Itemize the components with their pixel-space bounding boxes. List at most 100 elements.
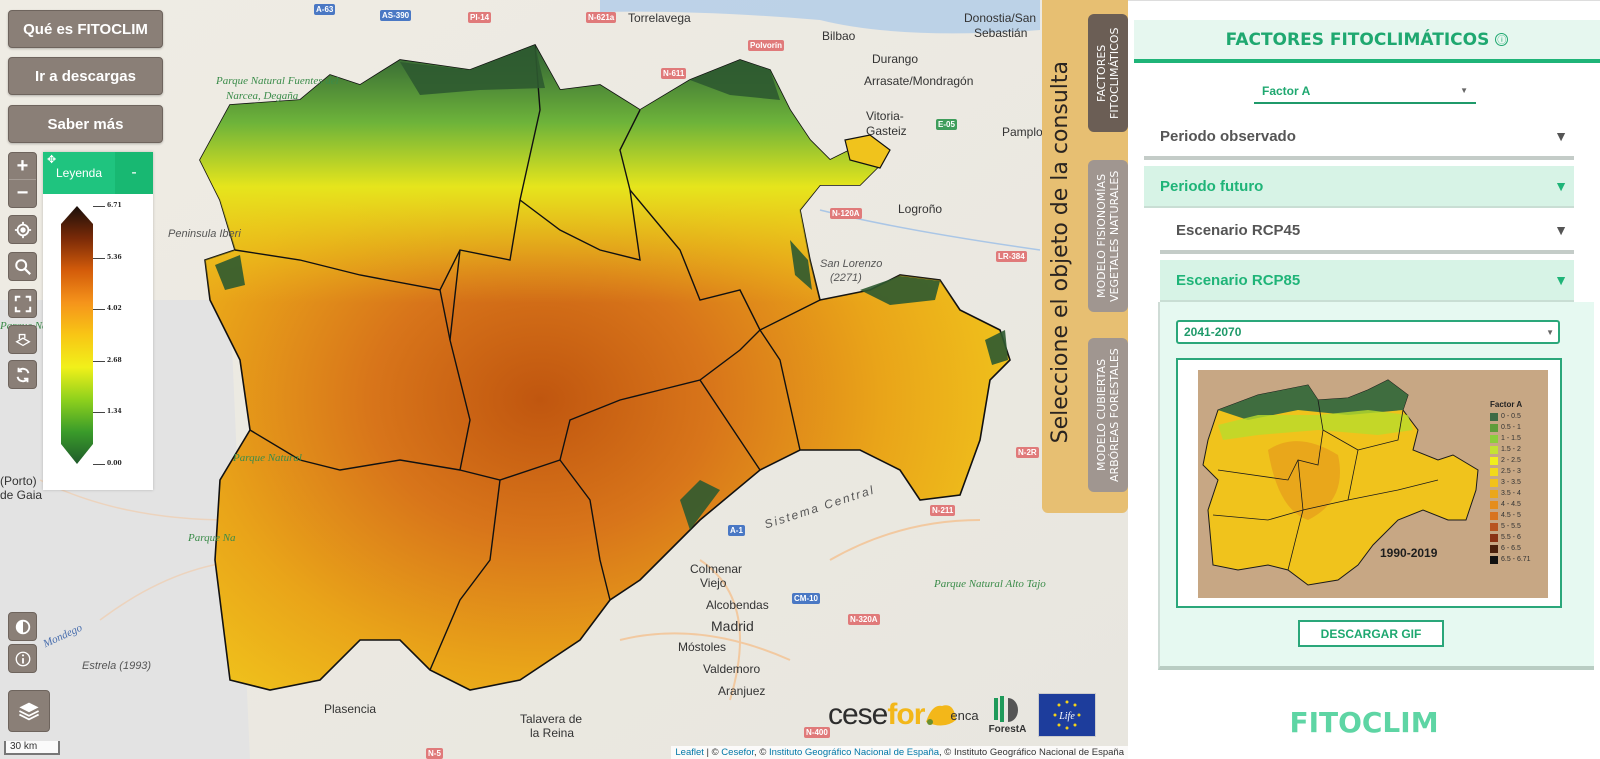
gif-preview-frame: Factor A 0 - 0.5 0.5 - 11 - 1.5 1.5 - 22 -…: [1176, 358, 1562, 608]
fullscreen-icon: [14, 295, 31, 312]
gif-legend-item: 5 - 5.5: [1490, 521, 1531, 532]
refresh-button[interactable]: [8, 360, 37, 389]
factor-select[interactable]: Factor A ▼: [1254, 80, 1476, 104]
tab-factores-fitoclimaticos[interactable]: FACTORES FITOCLIMÁTICOS: [1088, 14, 1128, 132]
legend-item-label: 6.5 - 6.71: [1501, 556, 1531, 563]
tab-modelo-fisionomias[interactable]: MODELO FISIONOMÍAS VEGETALES NATURALES: [1088, 160, 1128, 312]
region-label: Peninsula Iberi: [168, 228, 241, 240]
legend-tick-label: 2.68: [107, 356, 122, 364]
que-es-fitoclim-button[interactable]: Qué es FITOCLIM: [8, 10, 163, 48]
upload-layer-button[interactable]: [8, 325, 37, 354]
place-label: Bilbao: [822, 29, 856, 43]
ir-a-descargas-button[interactable]: Ir a descargas: [8, 57, 163, 95]
legend-swatch: [1490, 423, 1498, 432]
saber-mas-button[interactable]: Saber más: [8, 105, 163, 143]
place-label: Talavera de: [520, 712, 583, 726]
triangle-down-icon: ▼: [1554, 178, 1568, 194]
road-badge: Polvorín: [748, 40, 785, 51]
forest-logo[interactable]: ForestA: [989, 695, 1026, 735]
place-label: Alcobendas: [706, 598, 769, 612]
road-badge: AS-390: [380, 10, 412, 21]
rcp85-content: 2041-2070 ▼ Factor A 0 - 0.5 0.5 - 1 1 -…: [1158, 302, 1594, 670]
peak-label: (2271): [830, 272, 862, 284]
legend-item-label: 1 - 1.5: [1501, 435, 1521, 442]
info-icon[interactable]: ⓘ: [1495, 33, 1509, 46]
map-view[interactable]: Torrelavega Bilbao Donostia/San Sebastiá…: [0, 0, 1128, 759]
factor-select-value: Factor A: [1262, 84, 1311, 98]
park-label: Parque Natural Fuentes del: [216, 75, 339, 87]
info-button[interactable]: [8, 644, 37, 673]
legend-header[interactable]: ✥ Leyenda: [43, 152, 115, 194]
legend-item-label: 3 - 3.5: [1501, 479, 1521, 486]
legend-minimize-button[interactable]: -: [115, 152, 153, 194]
animated-map-gif: Factor A 0 - 0.5 0.5 - 11 - 1.5 1.5 - 22 -…: [1198, 370, 1548, 598]
panel-header: FACTORES FITOCLIMÁTICOS ⓘ: [1134, 20, 1600, 63]
legend-item-label: 2 - 2.5: [1501, 457, 1521, 464]
legend-swatch: [1490, 511, 1498, 520]
legend-swatch: [1490, 489, 1498, 498]
zoom-out-button[interactable]: −: [9, 180, 36, 207]
query-object-strip: Seleccione el objeto de la consulta FACT…: [1042, 0, 1128, 513]
contrast-button[interactable]: [8, 612, 37, 641]
place-label: Gasteiz: [866, 124, 907, 138]
gif-legend-item: 3 - 3.5: [1490, 477, 1531, 488]
road-badge: N-400: [804, 727, 830, 738]
legend-tick-label: 0.00: [107, 460, 122, 467]
triangle-down-icon: ▼: [1554, 272, 1568, 288]
move-icon[interactable]: ✥: [47, 153, 56, 166]
cesefor-logo[interactable]: cesefor: [828, 698, 925, 732]
gif-legend-item: 2.5 - 3: [1490, 466, 1531, 477]
fitoclim-brand: FITOCLIM: [1289, 706, 1439, 739]
legend-swatch: [1490, 478, 1498, 487]
legend-swatch: [1490, 467, 1498, 476]
accordion-rcp85[interactable]: Escenario RCP85 ▼: [1160, 260, 1574, 302]
accordion-rcp45[interactable]: Escenario RCP45 ▼: [1160, 210, 1574, 254]
gif-legend-item: 4 - 4.5: [1490, 499, 1531, 510]
place-label: Aranjuez: [718, 684, 766, 698]
gif-legend-item: 6.5 - 6.71: [1490, 554, 1531, 565]
cuenca-logo-text: enca: [950, 707, 979, 723]
cesefor-link[interactable]: Cesefor: [721, 747, 754, 758]
legend-tick-label: 1.34: [107, 408, 122, 416]
gif-legend-item: 5.5 - 6: [1490, 532, 1531, 543]
legend-tick: [93, 309, 105, 311]
place-label: Durango: [872, 52, 919, 66]
park-label: Narcea, Degaña: [226, 90, 299, 102]
road-badge: A-1: [728, 525, 745, 536]
legend-swatch: [1490, 500, 1498, 509]
place-label: Donostia/San: [964, 11, 1037, 25]
layers-button[interactable]: [8, 690, 50, 732]
legend-swatch: [1490, 412, 1498, 421]
locate-button[interactable]: [8, 215, 37, 244]
place-label: la Reina: [530, 726, 575, 740]
place-label: (Porto): [0, 474, 37, 488]
gif-legend-item: 1.5 - 2: [1490, 444, 1531, 455]
tab-modelo-cubiertas[interactable]: MODELO CUBIERTAS ARBÓREAS FORESTALES: [1088, 338, 1128, 492]
road-badge: E-05: [936, 119, 957, 130]
road-badge: N-611: [661, 68, 687, 79]
triangle-down-icon: ▼: [1554, 128, 1568, 144]
chevron-down-icon: ▼: [1546, 327, 1554, 337]
zoom-in-button[interactable]: +: [9, 153, 36, 180]
period-select-value: 2041-2070: [1184, 325, 1242, 339]
period-select[interactable]: 2041-2070 ▼: [1176, 320, 1560, 344]
place-label: de Gaia: [0, 488, 43, 502]
legend-item-label: 4 - 4.5: [1501, 501, 1521, 508]
refresh-icon: [16, 367, 29, 382]
leaflet-link[interactable]: Leaflet: [675, 747, 704, 758]
place-label: Colmenar: [690, 562, 743, 576]
search-button[interactable]: [8, 252, 37, 281]
road-badge: N-621a: [586, 12, 617, 23]
road-badge: N-5: [426, 748, 443, 759]
partner-logos: cesefor enca ForestA Life: [828, 690, 1097, 740]
accordion-periodo-futuro[interactable]: Periodo futuro ▼: [1144, 166, 1574, 208]
accordion-periodo-observado[interactable]: Periodo observado ▼: [1144, 116, 1574, 160]
fullscreen-button[interactable]: [8, 289, 37, 318]
download-gif-button[interactable]: DESCARGAR GIF: [1298, 620, 1444, 647]
gif-legend-item: 0 - 0.5: [1490, 411, 1531, 422]
scale-bar: 30 km: [4, 741, 60, 755]
life-logo[interactable]: Life: [1038, 693, 1097, 737]
svg-text:Life: Life: [1059, 711, 1076, 722]
ign-link[interactable]: Instituto Geográfico Nacional de España: [769, 747, 939, 758]
park-label: Parque Na: [188, 532, 236, 544]
